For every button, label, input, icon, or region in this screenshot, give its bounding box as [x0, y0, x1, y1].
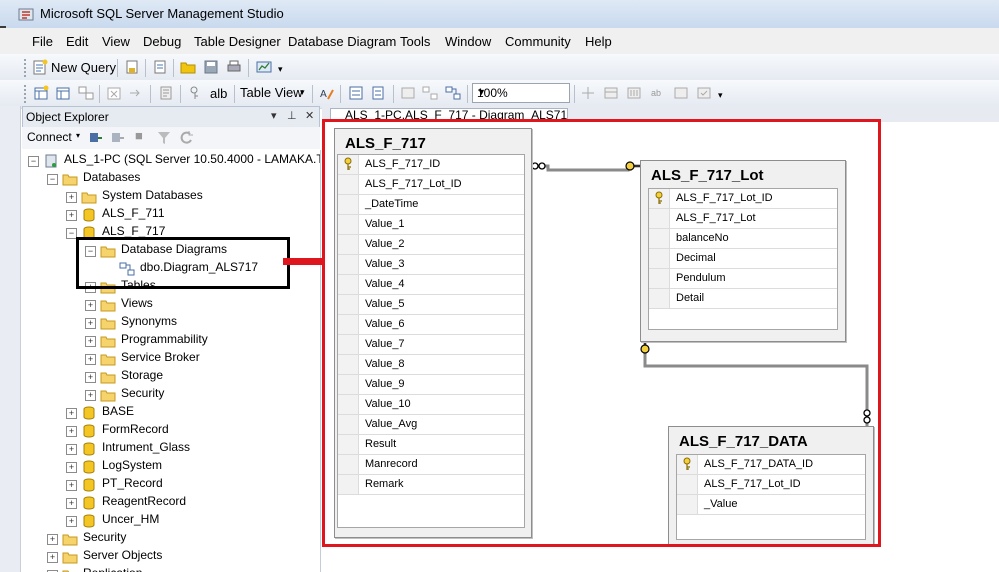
black-highlight-box — [76, 237, 290, 289]
red-connector-bar — [283, 258, 323, 265]
red-highlight-box — [322, 119, 881, 547]
